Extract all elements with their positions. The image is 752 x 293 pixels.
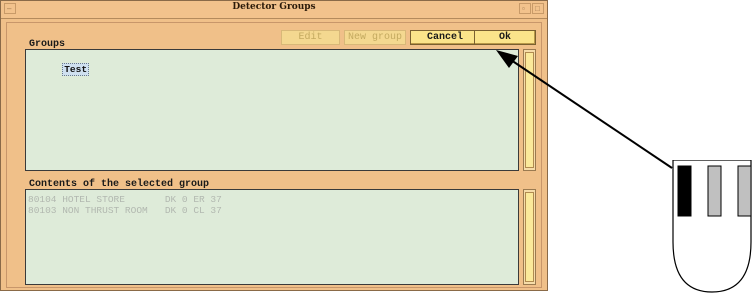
device-key-gray (737, 165, 752, 217)
arrow-line (507, 57, 673, 169)
device-key-black (677, 165, 692, 217)
hand-device-icon (672, 160, 752, 293)
arrow-head (496, 50, 518, 68)
device-key-gray (707, 165, 722, 217)
annotation-arrow (496, 50, 673, 169)
